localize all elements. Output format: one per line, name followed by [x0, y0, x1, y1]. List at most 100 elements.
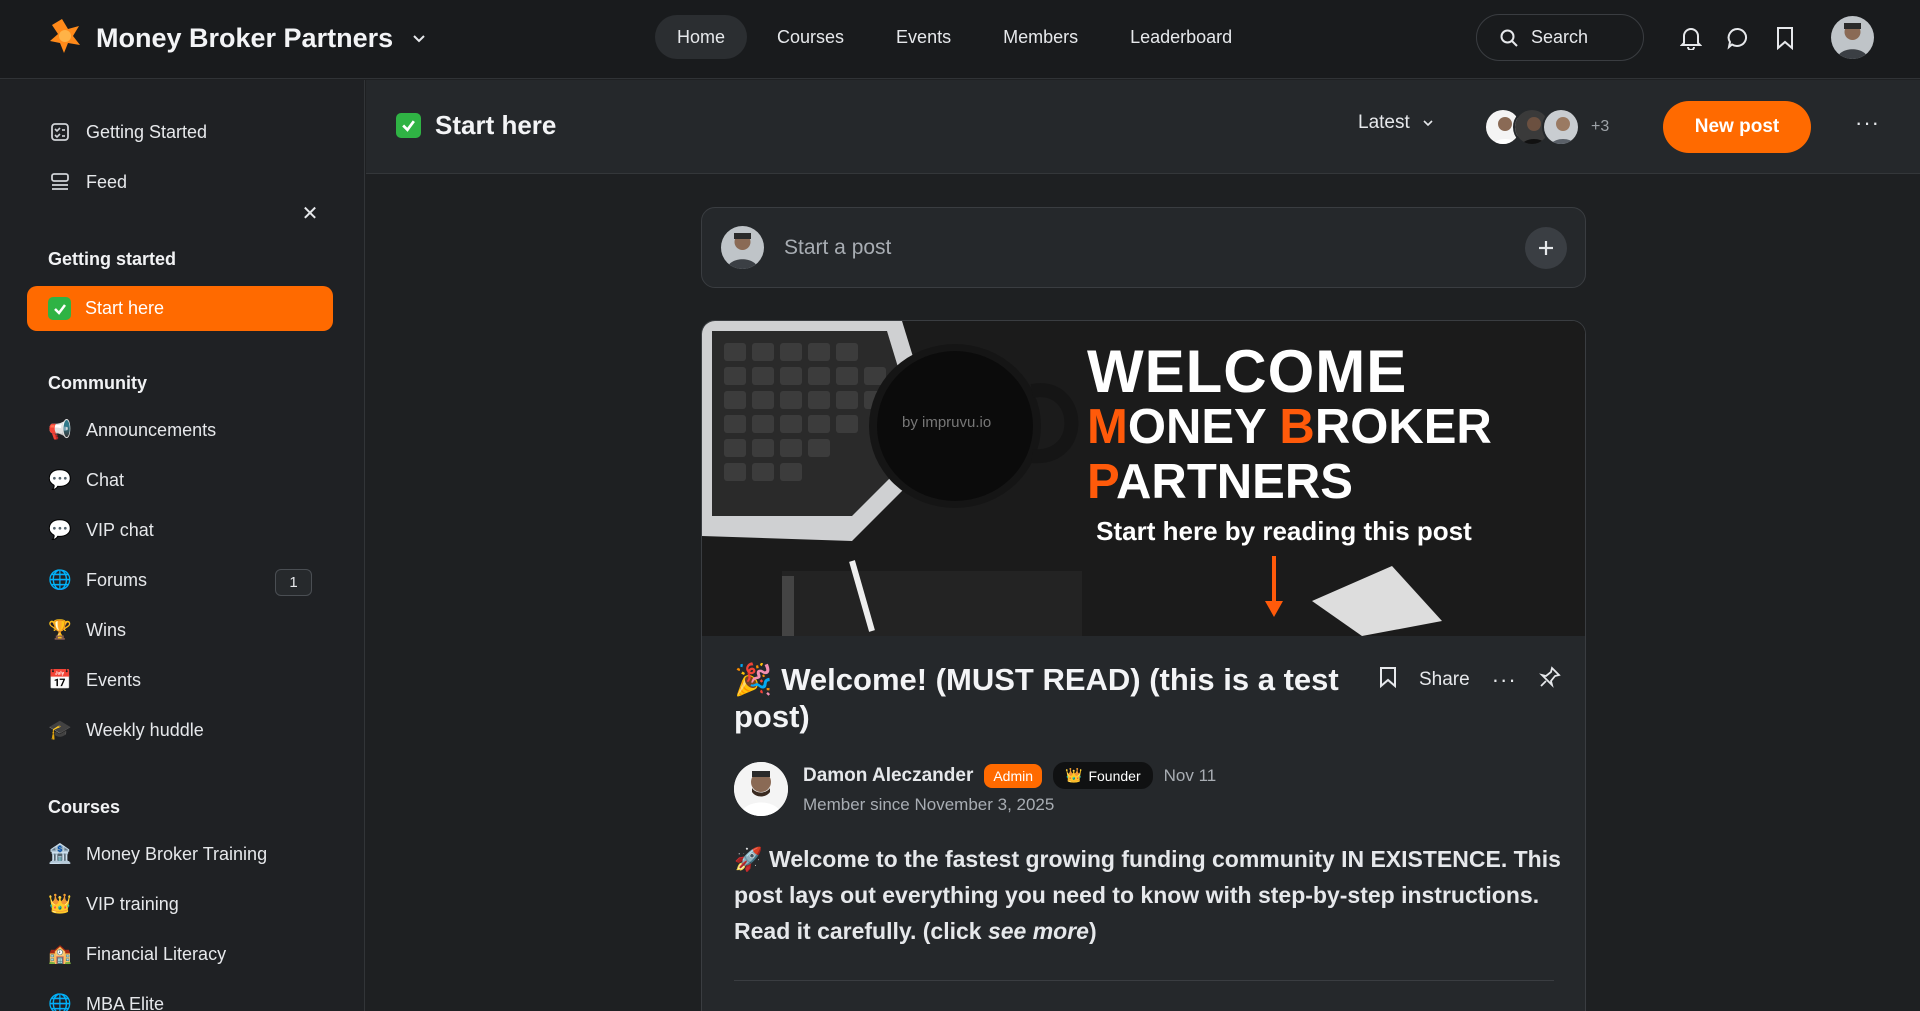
- sidebar-item-weekly-huddle[interactable]: 🎓 Weekly huddle: [48, 716, 204, 744]
- banner-brand-line-2: PARTNERS: [1087, 454, 1353, 510]
- banner-subtitle: Start here by reading this post: [1096, 516, 1472, 546]
- sidebar-item-label: Money Broker Training: [86, 843, 268, 864]
- sidebar-item-label: MBA Elite: [86, 993, 165, 1011]
- bank-icon: 🏦: [48, 844, 72, 865]
- section-heading-getting-started: Getting started: [48, 249, 177, 269]
- sidebar-item-feed[interactable]: Feed: [48, 168, 127, 196]
- section-heading-community: Community: [48, 373, 147, 393]
- admin-badge: Admin: [984, 763, 1043, 788]
- more-members-count: +3: [1591, 118, 1610, 135]
- sidebar-item-wins[interactable]: 🏆 Wins: [48, 616, 126, 644]
- graduation-cap-icon: 🎓: [48, 720, 72, 741]
- author-avatar[interactable]: [734, 762, 788, 816]
- divider: [734, 980, 1554, 981]
- close-icon[interactable]: ✕: [300, 203, 320, 225]
- share-button[interactable]: Share: [1419, 669, 1470, 691]
- sidebar-item-label: Getting Started: [86, 121, 208, 142]
- post-banner-image: by impruvu.io WELCOME MONEY BROKER PARTN…: [702, 321, 1585, 636]
- post-title[interactable]: 🎉 Welcome! (MUST READ) (this is a test p…: [734, 661, 1374, 735]
- mug-watermark-text: by impruvu.io: [902, 414, 992, 431]
- school-icon: 🏫: [48, 944, 72, 965]
- sidebar-item-forums[interactable]: 🌐 Forums: [48, 566, 147, 594]
- nav-members[interactable]: Members: [981, 15, 1100, 59]
- bookmark-icon[interactable]: [1771, 24, 1799, 52]
- calendar-icon: 📅: [48, 670, 72, 691]
- search-label: Search: [1531, 27, 1589, 47]
- sort-dropdown[interactable]: Latest: [1358, 112, 1434, 134]
- sidebar-item-events[interactable]: 📅 Events: [48, 666, 141, 694]
- sidebar-item-getting-started[interactable]: Getting Started: [48, 118, 207, 146]
- member-avatar-stack[interactable]: +3: [1484, 107, 1609, 147]
- post-actions: Share ···: [1379, 666, 1561, 694]
- sidebar-item-money-broker-training[interactable]: 🏦 Money Broker Training: [48, 840, 267, 868]
- crown-icon: 👑: [48, 894, 72, 915]
- post-body-end: ): [1088, 918, 1097, 944]
- globe-icon: 🌐: [48, 994, 72, 1011]
- sidebar-item-announcements[interactable]: 📢 Announcements: [48, 416, 216, 444]
- chat-bubble-icon[interactable]: [1724, 24, 1752, 52]
- search-button[interactable]: Search: [1476, 14, 1644, 61]
- sidebar-item-label: Financial Literacy: [86, 943, 227, 964]
- brand-switcher[interactable]: Money Broker Partners: [48, 18, 427, 58]
- banner-letter: P: [1087, 455, 1117, 509]
- nav-leaderboard[interactable]: Leaderboard: [1108, 15, 1254, 59]
- founder-badge: 👑 Founder: [1053, 762, 1153, 789]
- check-emoji-icon: [48, 297, 71, 320]
- sidebar-item-label: VIP training: [86, 893, 179, 914]
- globe-icon: 🌐: [48, 570, 72, 591]
- banner-word: ROKER: [1314, 400, 1492, 454]
- sidebar-item-label: Weekly huddle: [86, 719, 204, 740]
- member-since: Member since November 3, 2025: [803, 795, 1055, 814]
- user-avatar[interactable]: [1831, 16, 1874, 59]
- sidebar-item-label: Forums: [86, 569, 148, 590]
- speech-bubble-icon: 💬: [48, 470, 72, 491]
- check-emoji-icon: [396, 113, 421, 138]
- more-options-icon[interactable]: ···: [1855, 110, 1880, 136]
- founder-badge-label: Founder: [1088, 767, 1141, 784]
- see-more-link[interactable]: see more: [988, 918, 1089, 944]
- post-date: Nov 11: [1163, 765, 1217, 785]
- crown-icon: 👑: [1065, 767, 1083, 783]
- nav-events[interactable]: Events: [874, 15, 973, 59]
- page-title-text: Start here: [435, 110, 557, 140]
- pin-icon[interactable]: [1538, 666, 1561, 694]
- top-navigation-bar: Money Broker Partners Home Courses Event…: [0, 0, 1920, 79]
- main-nav: Home Courses Events Members Leaderboard: [655, 15, 1254, 59]
- brand-logo-icon: [48, 17, 82, 60]
- add-icon[interactable]: [1525, 227, 1567, 269]
- sidebar-item-label: Wins: [86, 619, 126, 640]
- sort-label: Latest: [1358, 112, 1410, 133]
- checklist-icon: [48, 120, 72, 144]
- banner-letter: B: [1279, 400, 1315, 454]
- sidebar-item-label: VIP chat: [86, 519, 154, 540]
- banner-brand-line-1: MONEY BROKER: [1087, 399, 1492, 455]
- speech-bubble-icon: 💬: [48, 520, 72, 541]
- sidebar-item-chat[interactable]: 💬 Chat: [48, 466, 124, 494]
- nav-home[interactable]: Home: [655, 15, 748, 59]
- sidebar-item-vip-chat[interactable]: 💬 VIP chat: [48, 516, 154, 544]
- start-post-input[interactable]: [784, 230, 1444, 266]
- banner-word: ARTNERS: [1116, 455, 1353, 509]
- sidebar-item-mba-elite[interactable]: 🌐 MBA Elite: [48, 990, 164, 1011]
- bookmark-icon[interactable]: [1379, 666, 1397, 694]
- post-composer[interactable]: [701, 207, 1586, 288]
- page-title: Start here: [396, 110, 556, 141]
- author-name[interactable]: Damon Aleczander: [803, 765, 973, 787]
- more-options-icon[interactable]: ···: [1492, 667, 1517, 693]
- avatar: [1542, 108, 1580, 146]
- sidebar-item-financial-literacy[interactable]: 🏫 Financial Literacy: [48, 940, 226, 968]
- nav-courses[interactable]: Courses: [755, 15, 866, 59]
- brand-name: Money Broker Partners: [96, 22, 394, 53]
- sidebar-item-vip-training[interactable]: 👑 VIP training: [48, 890, 179, 918]
- sidebar-item-label: Events: [86, 669, 142, 690]
- new-post-button[interactable]: New post: [1663, 101, 1811, 153]
- feed-icon: [48, 170, 72, 194]
- post-card[interactable]: by impruvu.io WELCOME MONEY BROKER PARTN…: [701, 320, 1586, 1011]
- search-icon: [1500, 29, 1518, 47]
- space-header: Start here Latest +3 New post ···: [366, 80, 1920, 174]
- chevron-down-icon: [1423, 120, 1433, 127]
- sidebar-item-label: Feed: [86, 171, 128, 192]
- sidebar-item-start-here[interactable]: Start here: [27, 286, 333, 331]
- post-body-text: 🚀 Welcome to the fastest growing funding…: [734, 846, 1561, 944]
- notifications-bell-icon[interactable]: [1677, 24, 1705, 52]
